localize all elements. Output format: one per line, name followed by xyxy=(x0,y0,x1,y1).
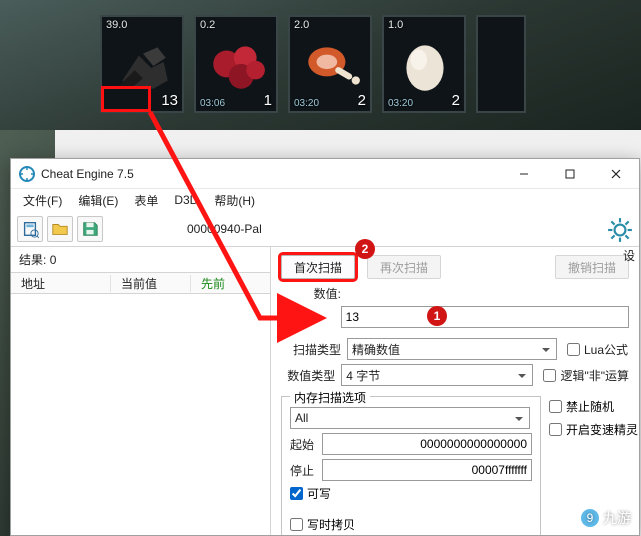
slot-count: 2 xyxy=(358,92,366,109)
slot-count: 2 xyxy=(452,92,460,109)
scan-pane: 设 首次扫描 再次扫描 撤销扫描 数值: 扫描类型 精确数值 Lua公式 数值类… xyxy=(271,247,639,535)
inventory-slot-meat[interactable]: 2.0 03:20 2 xyxy=(288,15,372,113)
inventory-slot-empty[interactable] xyxy=(476,15,526,113)
meat-icon xyxy=(300,35,362,93)
col-value[interactable]: 当前值 xyxy=(111,275,191,292)
cheat-engine-logo-icon xyxy=(19,166,35,182)
cheat-engine-window: Cheat Engine 7.5 文件(F) 编辑(E) 表单 D3D 帮助(H… xyxy=(10,158,640,536)
titlebar[interactable]: Cheat Engine 7.5 xyxy=(11,159,639,189)
slot-weight: 2.0 xyxy=(294,19,309,31)
not-logic-checkbox[interactable]: 逻辑"非"运算 xyxy=(543,367,629,384)
results-header: 地址 当前值 先前 xyxy=(11,272,270,294)
menu-d3d[interactable]: D3D xyxy=(168,191,204,209)
slot-weight: 1.0 xyxy=(388,19,403,31)
value-type-label: 数值类型 xyxy=(281,367,335,384)
inventory-slot-berries[interactable]: 0.2 03:06 1 xyxy=(194,15,278,113)
first-scan-button[interactable]: 首次扫描 xyxy=(281,255,355,279)
inventory-row: 39.0 13 0.2 03:06 1 2.0 03:20 2 1.0 03:2… xyxy=(100,15,526,113)
egg-icon xyxy=(394,35,456,93)
inventory-slot-coal[interactable]: 39.0 13 xyxy=(100,15,184,113)
no-random-checkbox[interactable]: 禁止随机 xyxy=(549,398,638,415)
memory-scan-legend: 内存扫描选项 xyxy=(290,389,370,406)
menu-help[interactable]: 帮助(H) xyxy=(208,190,261,211)
toolbar: 00000940-Pal xyxy=(11,211,639,247)
value-label: 数值: xyxy=(281,285,341,302)
minimize-button[interactable] xyxy=(501,159,547,189)
slot-timer: 03:20 xyxy=(388,98,413,109)
writable-checkbox[interactable]: 可写 xyxy=(290,485,532,502)
start-input[interactable] xyxy=(322,433,532,455)
scan-type-select[interactable]: 精确数值 xyxy=(347,338,557,360)
close-button[interactable] xyxy=(593,159,639,189)
next-scan-button: 再次扫描 xyxy=(367,255,441,279)
settings-label[interactable]: 设 xyxy=(623,247,635,264)
maximize-button[interactable] xyxy=(547,159,593,189)
berries-icon xyxy=(206,35,268,93)
speedhack-checkbox[interactable]: 开启变速精灵 xyxy=(549,421,638,438)
results-pane: 结果: 0 地址 当前值 先前 xyxy=(11,247,271,535)
col-previous[interactable]: 先前 xyxy=(191,275,251,292)
menu-edit[interactable]: 编辑(E) xyxy=(72,190,124,211)
stop-input[interactable] xyxy=(322,459,532,481)
copy-on-write-checkbox[interactable]: 写时拷贝 xyxy=(290,516,532,533)
results-count: 结果: 0 xyxy=(11,247,270,272)
value-input[interactable] xyxy=(341,306,629,328)
menubar: 文件(F) 编辑(E) 表单 D3D 帮助(H) xyxy=(11,189,639,211)
col-address[interactable]: 地址 xyxy=(11,275,111,292)
slot-weight: 0.2 xyxy=(200,19,215,31)
lua-formula-checkbox[interactable]: Lua公式 xyxy=(567,341,628,358)
slot-timer: 03:06 xyxy=(200,98,225,109)
save-button[interactable] xyxy=(77,216,103,242)
scan-type-label: 扫描类型 xyxy=(281,341,341,358)
coal-icon xyxy=(112,35,174,93)
slot-weight: 39.0 xyxy=(106,19,127,31)
open-file-button[interactable] xyxy=(47,216,73,242)
value-type-select[interactable]: 4 字节 xyxy=(341,364,533,386)
stop-label: 停止 xyxy=(290,462,322,479)
start-label: 起始 xyxy=(290,436,322,453)
slot-timer: 03:20 xyxy=(294,98,319,109)
process-label: 00000940-Pal xyxy=(187,222,262,236)
undo-scan-button: 撤销扫描 xyxy=(555,255,629,279)
window-title: Cheat Engine 7.5 xyxy=(41,167,501,181)
menu-file[interactable]: 文件(F) xyxy=(17,190,68,211)
memory-range-select[interactable]: All xyxy=(290,407,530,429)
inventory-slot-egg[interactable]: 1.0 03:20 2 xyxy=(382,15,466,113)
memory-scan-options: 内存扫描选项 All 起始 停止 可写 写时拷贝 xyxy=(281,396,541,535)
slot-count: 1 xyxy=(264,92,272,109)
slot-count: 13 xyxy=(161,92,178,109)
open-process-button[interactable] xyxy=(17,216,43,242)
menu-table[interactable]: 表单 xyxy=(128,190,164,211)
settings-gear-icon[interactable] xyxy=(607,217,633,243)
